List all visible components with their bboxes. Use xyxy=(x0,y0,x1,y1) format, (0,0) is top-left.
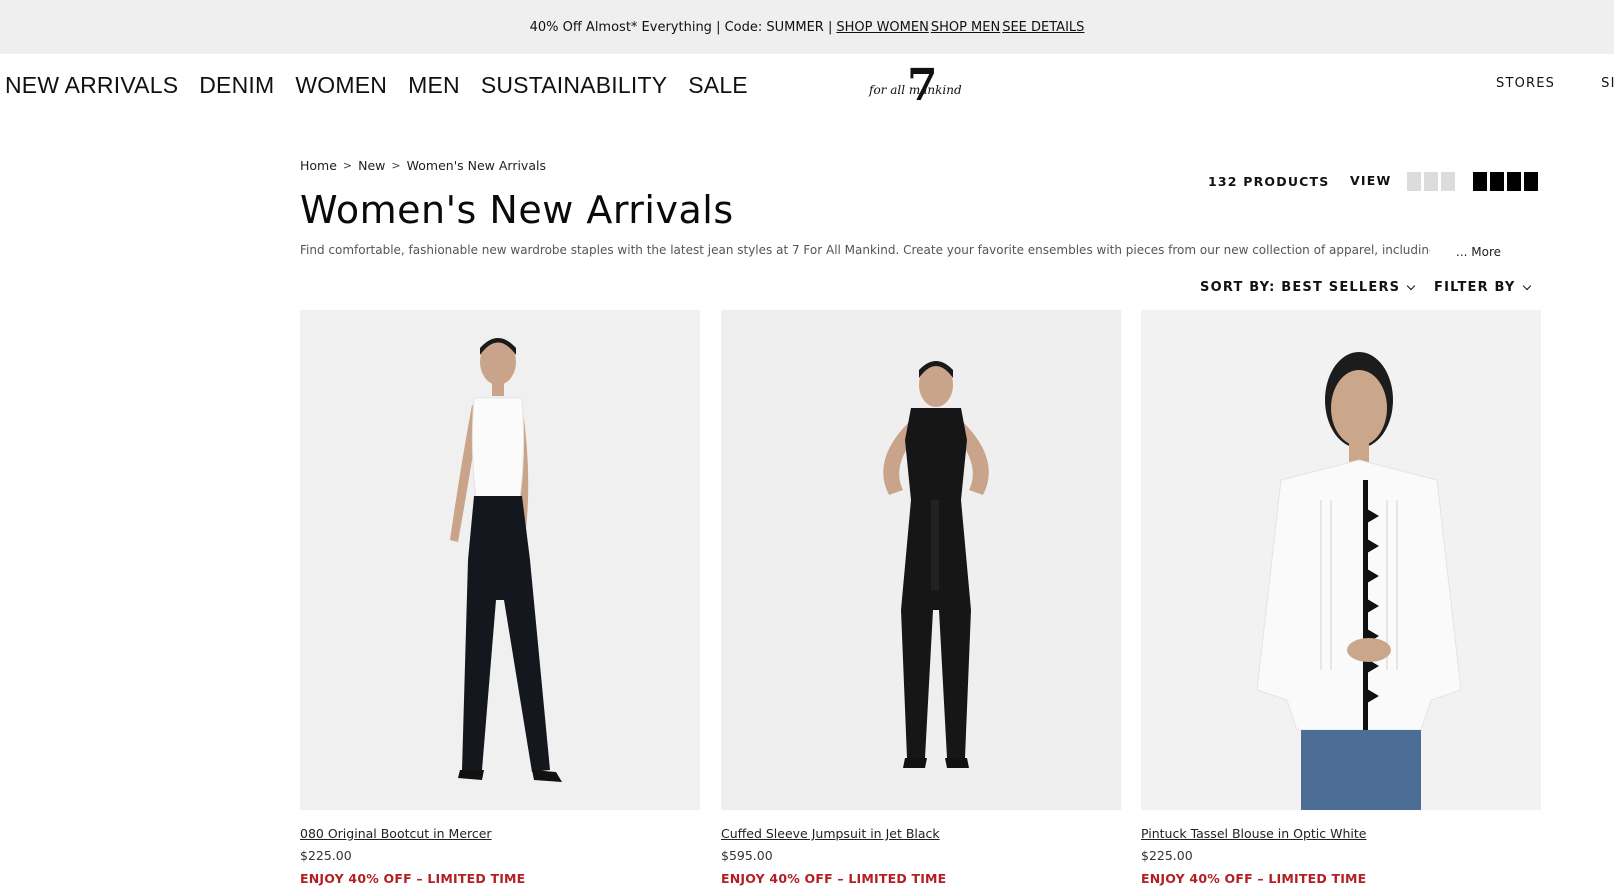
main-nav: NEW ARRIVALS DENIM WOMEN MEN SUSTAINABIL… xyxy=(5,72,769,99)
breadcrumb-home[interactable]: Home xyxy=(300,158,337,173)
brand-logo-icon: 7 for all mankind xyxy=(868,60,962,111)
nav-denim[interactable]: DENIM xyxy=(199,72,274,99)
breadcrumb-separator: > xyxy=(342,159,353,172)
breadcrumb-separator: > xyxy=(391,159,401,172)
product-image[interactable] xyxy=(300,310,700,810)
grid-column-icon xyxy=(1424,172,1438,191)
grid-column-icon xyxy=(1490,172,1504,191)
page-title: Women's New Arrivals xyxy=(300,188,734,232)
nav-men[interactable]: MEN xyxy=(408,72,460,99)
product-name-link[interactable]: 080 Original Bootcut in Mercer xyxy=(300,826,700,841)
product-name-link[interactable]: Cuffed Sleeve Jumpsuit in Jet Black xyxy=(721,826,1121,841)
product-photo xyxy=(721,310,1121,810)
nav-new-arrivals[interactable]: NEW ARRIVALS xyxy=(5,72,178,99)
product-price: $225.00 xyxy=(1141,848,1193,863)
product-image[interactable] xyxy=(1141,310,1541,810)
product-photo xyxy=(300,310,700,810)
nav-sustainability[interactable]: SUSTAINABILITY xyxy=(481,72,667,99)
grid-column-icon xyxy=(1507,172,1521,191)
promo-bar: 40% Off Almost* Everything | Code: SUMME… xyxy=(0,0,1614,54)
svg-text:for all mankind: for all mankind xyxy=(868,83,962,97)
filter-dropdown[interactable]: FILTER BY xyxy=(1434,280,1531,295)
view-3-columns-button[interactable] xyxy=(1407,172,1455,191)
see-details-link[interactable]: SEE DETAILS xyxy=(1002,20,1084,35)
promo-text: 40% Off Almost* Everything | Code: SUMME… xyxy=(529,19,833,35)
breadcrumb-new[interactable]: New xyxy=(358,158,385,173)
grid-column-icon xyxy=(1473,172,1487,191)
view-4-columns-button[interactable] xyxy=(1473,172,1538,191)
header-links: STORES SIGN IN xyxy=(1496,76,1614,91)
product-price: $595.00 xyxy=(721,848,773,863)
breadcrumb: Home > New > Women's New Arrivals xyxy=(300,158,546,173)
breadcrumb-current: Women's New Arrivals xyxy=(406,158,546,173)
sign-in-link[interactable]: SIGN IN xyxy=(1601,76,1614,91)
filter-label: FILTER BY xyxy=(1434,280,1516,295)
grid-column-icon xyxy=(1441,172,1455,191)
product-promo: ENJOY 40% OFF – LIMITED TIME xyxy=(1141,871,1367,886)
grid-column-icon xyxy=(1407,172,1421,191)
chevron-down-icon xyxy=(1522,281,1531,290)
nav-sale[interactable]: SALE xyxy=(688,72,748,99)
category-description: Find comfortable, fashionable new wardro… xyxy=(300,243,1430,257)
view-label: VIEW xyxy=(1350,173,1392,188)
nav-women[interactable]: WOMEN xyxy=(295,72,387,99)
chevron-down-icon xyxy=(1407,281,1416,290)
brand-logo[interactable]: 7 for all mankind xyxy=(866,60,968,111)
product-count: 132 PRODUCTS xyxy=(1208,174,1330,189)
sort-label: SORT BY: BEST SELLERS xyxy=(1200,280,1401,295)
stores-link[interactable]: STORES xyxy=(1496,76,1555,91)
product-card: Pintuck Tassel Blouse in Optic White $22… xyxy=(1141,310,1541,886)
shop-men-link[interactable]: SHOP MEN xyxy=(931,20,1000,35)
sort-dropdown[interactable]: SORT BY: BEST SELLERS xyxy=(1200,280,1416,295)
product-image[interactable] xyxy=(721,310,1121,810)
product-card: 080 Original Bootcut in Mercer $225.00 E… xyxy=(300,310,700,886)
product-name-link[interactable]: Pintuck Tassel Blouse in Optic White xyxy=(1141,826,1541,841)
product-promo: ENJOY 40% OFF – LIMITED TIME xyxy=(721,871,947,886)
product-price: $225.00 xyxy=(300,848,352,863)
product-promo: ENJOY 40% OFF – LIMITED TIME xyxy=(300,871,526,886)
grid-column-icon xyxy=(1524,172,1538,191)
description-more-link[interactable]: ... More xyxy=(1456,245,1501,259)
product-photo xyxy=(1141,310,1541,810)
shop-women-link[interactable]: SHOP WOMEN xyxy=(836,20,928,35)
product-card: Cuffed Sleeve Jumpsuit in Jet Black $595… xyxy=(721,310,1121,886)
